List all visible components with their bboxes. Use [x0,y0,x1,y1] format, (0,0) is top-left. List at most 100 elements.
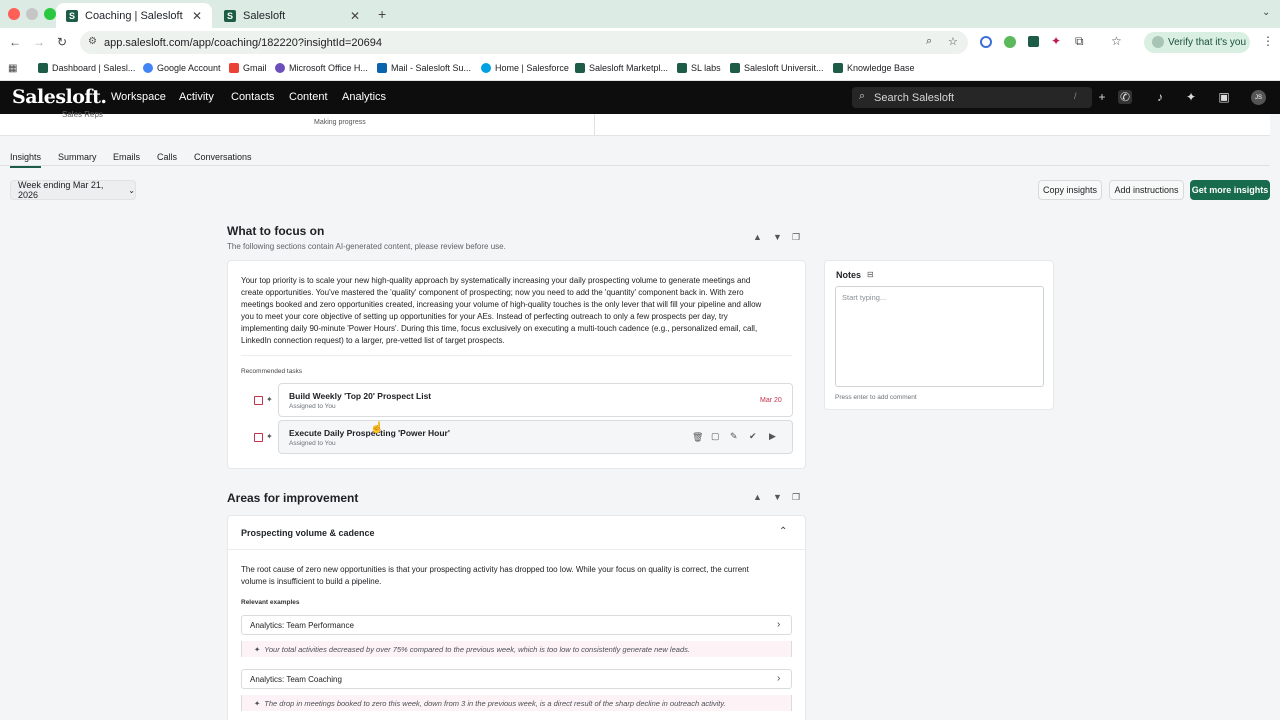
zoom-icon[interactable]: ⌕ [926,35,932,48]
bookmark-university[interactable]: Salesloft Universit... [730,63,824,73]
salesloft-logo[interactable]: Salesloft. [12,86,107,108]
browser-menu-icon[interactable]: ⋮ [1262,34,1274,48]
bookmark-knowledge-base[interactable]: Knowledge Base [833,63,915,73]
extensions-puzzle-icon[interactable]: ⧉ [1075,34,1084,49]
bookmark-label: Gmail [243,63,267,73]
task-item[interactable]: Build Weekly 'Top 20' Prospect List Assi… [278,383,793,417]
salesloft-bookmark-icon [677,63,687,73]
bookmark-sl-labs[interactable]: SL labs [677,63,721,73]
extension-1-icon[interactable] [980,36,992,48]
focus-paragraph: Your top priority is to scale your new h… [241,275,797,347]
edit-pencil-icon[interactable]: ✎ [730,431,738,442]
browser-tab-salesloft[interactable]: S Salesloft ✕ [214,3,370,28]
phone-icon[interactable]: ✆ [1118,90,1132,104]
add-instructions-button[interactable]: Add instructions [1109,180,1184,200]
add-icon[interactable]: + [1095,90,1109,104]
bookmark-dashboard[interactable]: Dashboard | Salesl... [38,63,135,73]
maximize-window-button[interactable] [44,8,56,20]
salesloft-bookmark-icon [38,63,48,73]
user-avatar[interactable]: JS [1251,90,1266,105]
thumbs-up-icon[interactable]: ▲ [753,232,762,242]
chevron-right-icon: › [777,619,781,630]
bookmark-label: Salesloft Universit... [744,63,824,73]
tab-conversations[interactable]: Conversations [194,152,252,162]
bookmark-salesforce[interactable]: Home | Salesforce [481,63,569,73]
close-window-button[interactable] [8,8,20,20]
salesloft-extension-icon[interactable] [1028,36,1039,47]
delete-icon[interactable]: 🗑 [692,432,703,443]
week-selector-dropdown[interactable]: Week ending Mar 21, 2026 ⌄ [10,180,136,200]
example-insight-text: The drop in meetings booked to zero this… [264,698,726,708]
tab-search-chevron-icon[interactable]: ⌄ [1262,7,1270,18]
salesloft-bookmark-icon [730,63,740,73]
close-tab-icon[interactable]: ✕ [350,9,360,23]
tab-insights[interactable]: Insights [10,152,42,168]
salesloft-bookmark-icon [575,63,585,73]
bookmark-marketplace[interactable]: Salesloft Marketpl... [575,63,668,73]
paragraph-line: meetings booked and zero opportunities c… [241,300,762,309]
example-link[interactable]: Analytics: Team Coaching › [241,669,792,689]
nav-analytics[interactable]: Analytics [342,91,386,103]
tab-summary[interactable]: Summary [58,152,97,162]
browser-tab-coaching[interactable]: S Coaching | Salesloft ✕ [56,3,212,28]
thumbs-down-icon[interactable]: ▼ [773,232,782,242]
tab-calls[interactable]: Calls [157,152,177,162]
divider [228,549,807,550]
nav-contacts[interactable]: Contacts [231,91,274,103]
improvement-item-title[interactable]: Prospecting volume & cadence [241,528,375,538]
task-item[interactable]: Execute Daily Prospecting 'Power Hour' A… [278,420,793,454]
thumbs-up-icon[interactable]: ▲ [753,492,762,502]
apps-switcher-icon[interactable]: ▣ [1217,90,1231,104]
complete-check-icon[interactable]: ✔ [749,431,757,442]
thumbs-down-icon[interactable]: ▼ [773,492,782,502]
outlook-icon [377,63,387,73]
forward-arrow-icon[interactable]: → [33,35,45,49]
copy-icon[interactable]: ❐ [792,492,800,503]
notes-textarea[interactable]: Start typing... [835,286,1044,387]
calendar-action-icon[interactable]: ▢ [711,431,720,442]
notes-title: Notes [836,270,862,280]
verify-identity-button[interactable]: Verify that it's you [1144,32,1250,53]
task-due-date: Mar 20 [760,397,782,404]
site-info-icon[interactable]: ⚙ [88,36,97,47]
bookmark-star-icon[interactable]: ☆ [948,35,958,48]
new-tab-icon[interactable]: + [378,6,386,22]
back-arrow-icon[interactable]: ← [9,35,21,49]
copy-icon[interactable]: ❐ [792,232,800,243]
example-link[interactable]: Analytics: Team Performance › [241,615,792,635]
improvement-paragraph: The root cause of zero new opportunities… [241,564,797,588]
apps-grid-icon[interactable]: ▦ [8,63,17,74]
notifications-bell-icon[interactable]: ♪ [1153,90,1167,104]
copy-insights-button[interactable]: Copy insights [1038,180,1102,200]
global-search-input[interactable]: ⌕ Search Salesloft / [852,87,1092,108]
nav-activity[interactable]: Activity [179,91,214,103]
ai-sparkle-icon: ✦ [254,644,261,654]
extension-2-icon[interactable] [1004,36,1016,48]
bookmarks-menu-icon[interactable]: ☆ [1111,34,1122,48]
tab-emails[interactable]: Emails [113,152,140,162]
task-assignee: Assigned to You [289,403,336,410]
salesloft-favicon-icon: S [224,9,236,22]
bookmark-microsoft-office[interactable]: Microsoft Office H... [275,63,368,73]
nav-content[interactable]: Content [289,91,328,103]
nav-workspace[interactable]: Workspace [111,91,166,103]
bookmark-mail[interactable]: Mail - Salesloft Su... [377,63,471,73]
play-icon[interactable]: ▶ [769,431,776,442]
bookmark-gmail[interactable]: Gmail [229,63,267,73]
reload-icon[interactable]: ↻ [57,35,67,49]
tab-title: Coaching | Salesloft [85,9,183,22]
bookmark-label: Knowledge Base [847,63,915,73]
extension-4-icon[interactable]: ✦ [1051,34,1061,48]
ai-sparkle-icon[interactable]: ✦ [1184,90,1198,104]
close-tab-icon[interactable]: ✕ [192,9,202,23]
chevron-up-icon[interactable]: ⌃ [779,526,787,537]
salesloft-bookmark-icon [833,63,843,73]
week-label: Week ending Mar 21, 2026 [18,180,104,200]
minimize-window-button[interactable] [26,8,38,20]
address-bar[interactable]: ⚙ app.salesloft.com/app/coaching/182220?… [80,31,968,54]
get-more-insights-button[interactable]: Get more insights [1190,180,1270,200]
example-title: Analytics: Team Coaching [250,674,342,684]
example-insight: ✦ The drop in meetings booked to zero th… [241,695,792,711]
notes-hint: Press enter to add comment [835,394,917,401]
bookmark-google-account[interactable]: Google Account [143,63,221,73]
